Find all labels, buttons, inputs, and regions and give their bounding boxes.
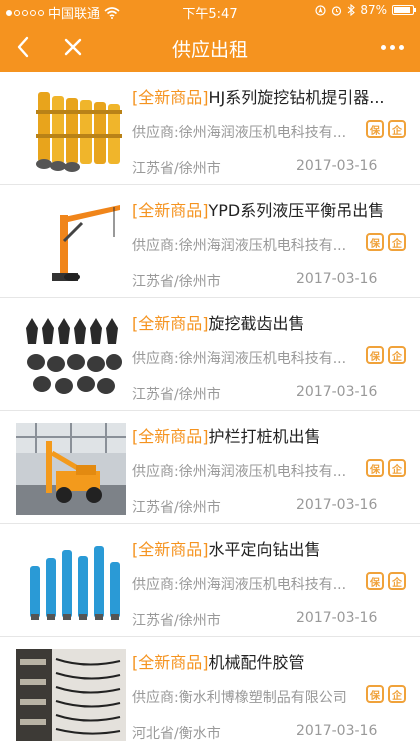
guarantee-badge-icon: 保 (366, 120, 384, 138)
product-image (16, 423, 126, 515)
more-dot (389, 44, 395, 50)
product-list: [全新商品]HJ系列旋挖钻机提引器... 供应商:徐州海润液压机电科技有... … (0, 72, 420, 748)
new-item-tag: [全新商品] (132, 540, 209, 559)
region-text: 江苏省/徐州市 (132, 274, 221, 290)
region-text: 江苏省/徐州市 (132, 387, 221, 403)
date-text: 2017-03-16 (296, 497, 378, 513)
product-title: [全新商品]水平定向钻出售 (132, 536, 404, 560)
product-name: YPD系列液压平衡吊出售 (208, 201, 385, 220)
new-item-tag: [全新商品] (132, 314, 209, 333)
date-text: 2017-03-16 (296, 610, 378, 626)
status-bar: 中国联通 下午5:47 87% (0, 0, 420, 22)
product-title: [全新商品]护栏打桩机出售 (132, 423, 404, 447)
battery-percent: 87% (360, 3, 387, 17)
date-text: 2017-03-16 (296, 158, 378, 174)
list-item[interactable]: [全新商品]机械配件胶管 供应商:衡水利博橡塑制品有限公司 保 企 河北省/衡水… (0, 637, 420, 748)
list-item[interactable]: [全新商品]HJ系列旋挖钻机提引器... 供应商:徐州海润液压机电科技有... … (0, 72, 420, 185)
enterprise-badge-icon: 企 (388, 685, 406, 703)
new-item-tag: [全新商品] (132, 427, 209, 446)
product-title: [全新商品]旋挖截齿出售 (132, 310, 404, 334)
product-title: [全新商品]HJ系列旋挖钻机提引器... (132, 84, 404, 108)
enterprise-badge-icon: 企 (388, 120, 406, 138)
badges: 保 企 (366, 685, 406, 703)
guarantee-badge-icon: 保 (366, 233, 384, 251)
alarm-icon (332, 5, 342, 16)
product-image (16, 536, 126, 628)
more-dot (398, 44, 404, 50)
supplier-text: 供应商:徐州海润液压机电科技有... (132, 351, 347, 367)
product-name: HJ系列旋挖钻机提引器... (208, 88, 385, 107)
region-text: 江苏省/徐州市 (132, 161, 221, 177)
product-name: 机械配件胶管 (208, 653, 305, 672)
new-item-tag: [全新商品] (132, 88, 209, 107)
region-text: 江苏省/徐州市 (132, 613, 221, 629)
list-item[interactable]: [全新商品]YPD系列液压平衡吊出售 供应商:徐州海润液压机电科技有... 保 … (0, 185, 420, 298)
guarantee-badge-icon: 保 (366, 572, 384, 590)
location-icon (315, 4, 326, 16)
product-name: 旋挖截齿出售 (208, 314, 305, 333)
enterprise-badge-icon: 企 (388, 346, 406, 364)
guarantee-badge-icon: 保 (366, 459, 384, 477)
product-title: [全新商品]机械配件胶管 (132, 649, 404, 673)
list-item[interactable]: [全新商品]旋挖截齿出售 供应商:徐州海润液压机电科技有... 保 企 江苏省/… (0, 298, 420, 411)
enterprise-badge-icon: 企 (388, 572, 406, 590)
date-text: 2017-03-16 (296, 384, 378, 400)
page-title: 供应出租 (171, 39, 248, 61)
enterprise-badge-icon: 企 (388, 459, 406, 477)
badges: 保 企 (366, 459, 406, 477)
new-item-tag: [全新商品] (132, 653, 209, 672)
list-item[interactable]: [全新商品]护栏打桩机出售 供应商:徐州海润液压机电科技有... 保 企 江苏省… (0, 411, 420, 524)
product-name: 护栏打桩机出售 (208, 427, 321, 446)
badges: 保 企 (366, 572, 406, 590)
date-text: 2017-03-16 (296, 271, 378, 287)
product-image (16, 84, 126, 176)
supplier-text: 供应商:徐州海润液压机电科技有... (132, 577, 347, 593)
product-image (16, 197, 126, 289)
product-title: [全新商品]YPD系列液压平衡吊出售 (132, 197, 404, 221)
more-dot (380, 44, 386, 50)
supplier-text: 供应商:徐州海润液压机电科技有... (132, 238, 347, 254)
supplier-text: 供应商:徐州海润液压机电科技有... (132, 464, 347, 480)
region-text: 河北省/衡水市 (132, 726, 221, 742)
list-item[interactable]: [全新商品]水平定向钻出售 供应商:徐州海润液压机电科技有... 保 企 江苏省… (0, 524, 420, 637)
badges: 保 企 (366, 346, 406, 364)
product-name: 水平定向钻出售 (208, 540, 321, 559)
guarantee-badge-icon: 保 (366, 346, 384, 364)
more-button[interactable] (372, 30, 412, 64)
supplier-text: 供应商:徐州海润液压机电科技有... (132, 125, 347, 141)
badges: 保 企 (366, 233, 406, 251)
status-right: 87% (315, 3, 416, 17)
product-image (16, 310, 126, 402)
new-item-tag: [全新商品] (132, 201, 209, 220)
bluetooth-icon (347, 4, 356, 16)
date-text: 2017-03-16 (296, 723, 378, 739)
badges: 保 企 (366, 120, 406, 138)
guarantee-badge-icon: 保 (366, 685, 384, 703)
supplier-text: 供应商:衡水利博橡塑制品有限公司 (132, 690, 347, 706)
battery-icon (392, 5, 416, 15)
region-text: 江苏省/徐州市 (132, 500, 221, 516)
enterprise-badge-icon: 企 (388, 233, 406, 251)
product-image (16, 649, 126, 741)
nav-bar: 供应出租 (0, 22, 420, 72)
